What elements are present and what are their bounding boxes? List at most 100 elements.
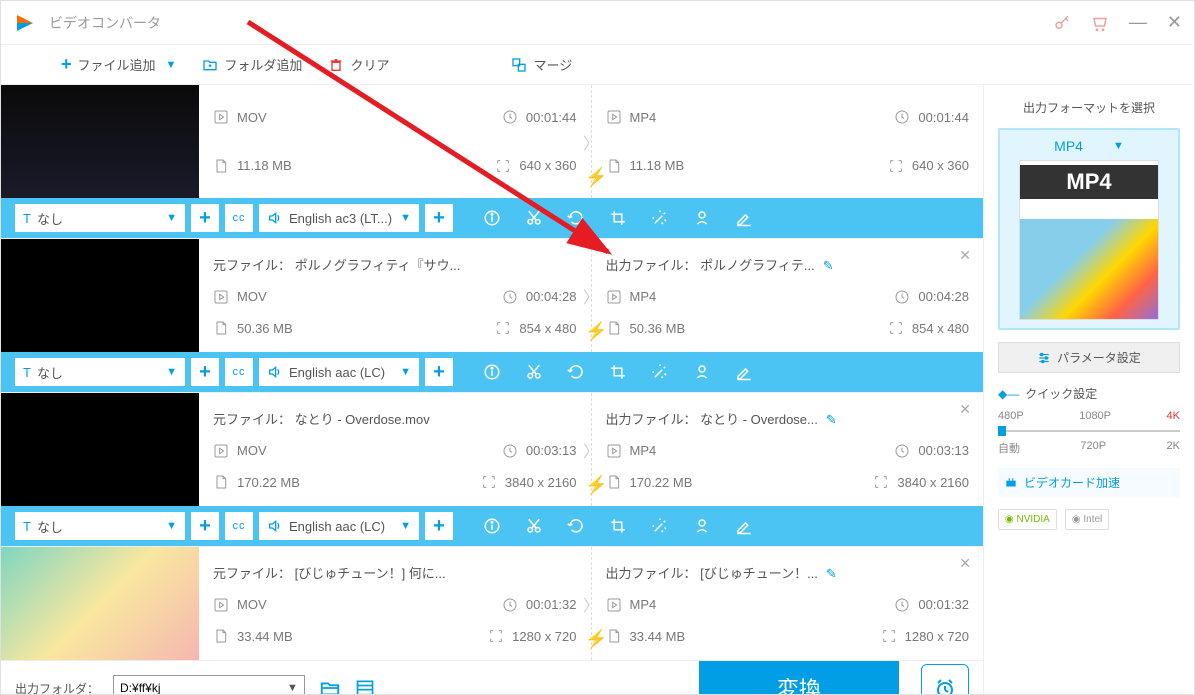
schedule-button[interactable] [921, 664, 969, 694]
subtitle-edit-icon[interactable] [735, 363, 753, 381]
cut-icon[interactable] [525, 517, 543, 535]
rotate-icon[interactable] [567, 209, 585, 227]
format-selector[interactable]: MP4▼ MP4 [998, 128, 1180, 330]
file-icon [213, 474, 229, 490]
cc-button[interactable]: cc [225, 512, 253, 540]
remove-row-icon[interactable]: ✕ [959, 555, 971, 572]
parameter-settings-button[interactable]: パラメータ設定 [998, 342, 1180, 373]
subtitle-dropdown[interactable]: T なし▼ [15, 512, 185, 540]
clock-icon [894, 597, 910, 613]
chevron-right-icon: 〉 [583, 130, 599, 154]
crop-icon[interactable] [609, 517, 627, 535]
clock-icon [502, 597, 518, 613]
cut-icon[interactable] [525, 209, 543, 227]
subtitle-edit-icon[interactable] [735, 209, 753, 227]
quality-slider[interactable] [998, 430, 1180, 432]
src-size: 11.18 MB [237, 158, 292, 173]
edit-name-icon[interactable]: ✎ [826, 566, 837, 581]
rotate-icon[interactable] [567, 363, 585, 381]
file-icon [213, 320, 229, 336]
open-folder-icon[interactable] [319, 677, 341, 694]
cc-button[interactable]: cc [225, 204, 253, 232]
cc-button[interactable]: cc [225, 358, 253, 386]
src-size: 170.22 MB [237, 475, 300, 490]
chevron-down-icon[interactable]: ▼ [281, 682, 304, 694]
add-audio-button[interactable]: + [425, 358, 453, 386]
audio-dropdown[interactable]: English ac3 (LT...)▼ [259, 204, 419, 232]
close-button[interactable]: ✕ [1167, 12, 1182, 33]
add-audio-button[interactable]: + [425, 204, 453, 232]
src-filename: 元ファイル： なとり - Overdose.mov [213, 409, 577, 428]
watermark-icon[interactable] [693, 363, 711, 381]
intel-badge: ◉ Intel [1065, 509, 1109, 530]
add-audio-button[interactable]: + [425, 512, 453, 540]
add-folder-button[interactable]: フォルダ追加 [202, 55, 302, 74]
cart-icon[interactable] [1091, 14, 1109, 32]
subtitle-dropdown[interactable]: T なし▼ [15, 204, 185, 232]
info-icon[interactable] [483, 517, 501, 535]
add-file-button[interactable]: + ファイル追加 ▼ [61, 54, 176, 75]
gpu-accel-toggle[interactable]: ビデオカード加速 [998, 468, 1180, 497]
src-format: MOV [237, 110, 267, 125]
format-icon [213, 443, 229, 459]
file-icon [213, 158, 229, 174]
audio-dropdown[interactable]: English aac (LC)▼ [259, 512, 419, 540]
effects-icon[interactable] [651, 363, 669, 381]
output-folder-input[interactable] [114, 676, 281, 694]
chevron-right-icon: 〉 [583, 438, 599, 462]
watermark-icon[interactable] [693, 517, 711, 535]
dst-filename: 出力ファイル： なとり - Overdose...✎ [606, 409, 970, 428]
row-toolbar: T なし▼ + cc English ac3 (LT...)▼ + [1, 198, 983, 238]
crop-icon[interactable] [609, 363, 627, 381]
src-format: MOV [237, 597, 267, 612]
subtitle-edit-icon[interactable] [735, 517, 753, 535]
add-subtitle-button[interactable]: + [191, 358, 219, 386]
watermark-icon[interactable] [693, 209, 711, 227]
minimize-button[interactable]: — [1129, 12, 1147, 33]
quick-settings-title: ◆—クイック設定 [998, 385, 1180, 402]
app-title: ビデオコンバータ [49, 13, 1053, 33]
clock-icon [894, 289, 910, 305]
add-subtitle-button[interactable]: + [191, 512, 219, 540]
edit-name-icon[interactable]: ✎ [826, 412, 837, 427]
effects-icon[interactable] [651, 209, 669, 227]
merge-button[interactable]: マージ [511, 55, 572, 74]
thumbnail[interactable] [1, 239, 199, 352]
clock-icon [502, 289, 518, 305]
thumbnail[interactable] [1, 547, 199, 660]
rotate-icon[interactable] [567, 517, 585, 535]
src-format: MOV [237, 289, 267, 304]
edit-name-icon[interactable]: ✎ [823, 258, 834, 273]
crop-icon[interactable] [609, 209, 627, 227]
app-logo [13, 11, 37, 35]
clear-button[interactable]: クリア [328, 55, 389, 74]
output-folder-label: 出力フォルダ： [15, 680, 99, 695]
file-icon [606, 474, 622, 490]
chevron-down-icon[interactable]: ▼ [166, 59, 177, 71]
info-icon[interactable] [483, 209, 501, 227]
resolution-icon [488, 628, 504, 644]
subtitle-dropdown[interactable]: T なし▼ [15, 358, 185, 386]
info-icon[interactable] [483, 363, 501, 381]
remove-row-icon[interactable]: ✕ [959, 247, 971, 264]
list-icon[interactable] [355, 678, 375, 694]
thumbnail[interactable] [1, 85, 199, 198]
remove-row-icon[interactable]: ✕ [959, 401, 971, 418]
add-subtitle-button[interactable]: + [191, 204, 219, 232]
convert-button[interactable]: 変換 [699, 661, 899, 694]
format-icon [606, 443, 622, 459]
cut-icon[interactable] [525, 363, 543, 381]
chevron-down-icon: ▼ [1113, 140, 1124, 152]
format-icon [213, 109, 229, 125]
effects-icon[interactable] [651, 517, 669, 535]
src-resolution: 640 x 360 [519, 158, 576, 173]
file-row: 元ファイル： [びじゅチューン！] 何に... MOV 00:01:32 33.… [1, 547, 983, 661]
resolution-icon [873, 474, 889, 490]
thumbnail[interactable] [1, 393, 199, 506]
lightning-icon: ⚡ [585, 475, 607, 496]
key-icon[interactable] [1053, 14, 1071, 32]
sidebar-title: 出力フォーマットを選択 [998, 99, 1180, 116]
dst-format: MP4 [630, 110, 657, 125]
dst-filename: 出力ファイル： [びじゅチューン！...✎ [606, 563, 970, 582]
audio-dropdown[interactable]: English aac (LC)▼ [259, 358, 419, 386]
